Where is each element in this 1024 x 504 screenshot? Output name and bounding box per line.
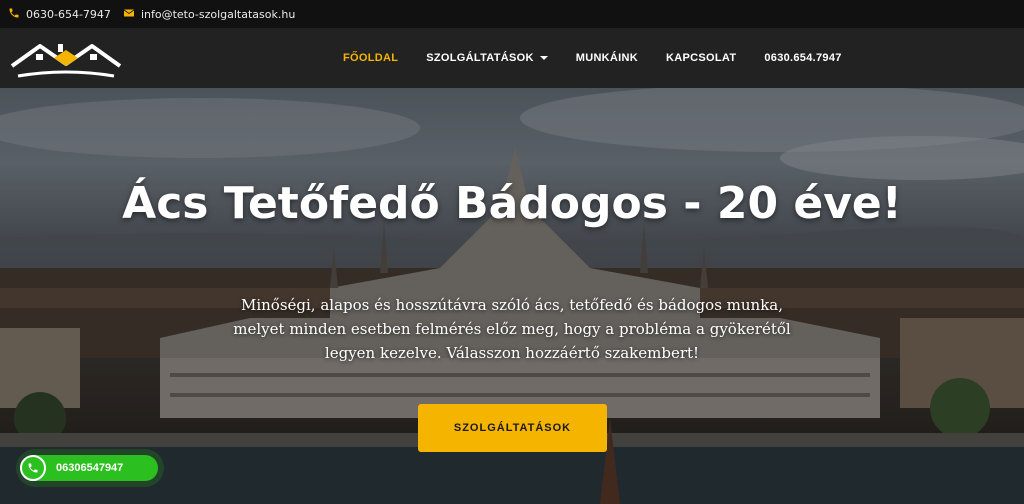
topbar-phone-text: 0630-654-7947	[26, 7, 111, 21]
hero-subtitle: Minőségi, alapos és hosszútávra szóló ác…	[233, 296, 791, 362]
floating-call-button[interactable]: 06306547947	[20, 455, 158, 481]
envelope-icon	[123, 7, 135, 22]
topbar-email[interactable]: info@teto-szolgaltatasok.hu	[123, 7, 295, 22]
top-contact-bar: 0630-654-7947 info@teto-szolgaltatasok.h…	[0, 0, 1024, 28]
hero-title: Ács Tetőfedő Bádogos - 20 éve!	[122, 178, 902, 229]
topbar-email-text: info@teto-szolgaltatasok.hu	[140, 7, 296, 21]
phone-icon	[8, 7, 20, 22]
nav-item-contact[interactable]: KAPCSOLAT	[666, 52, 736, 64]
services-cta-button[interactable]: SZOLGÁLTATÁSOK	[418, 404, 607, 452]
nav-item-phone-label: 0630.654.7947	[764, 52, 842, 64]
chevron-down-icon	[539, 56, 548, 60]
main-navigation: FŐOLDAL SZOLGÁLTATÁSOK MUNKÁINK KAPCSOLA…	[0, 28, 1024, 88]
nav-item-contact-label: KAPCSOLAT	[666, 52, 737, 64]
phone-icon	[20, 455, 46, 481]
nav-item-services-label: SZOLGÁLTATÁSOK	[426, 52, 534, 64]
nav-item-services[interactable]: SZOLGÁLTATÁSOK	[426, 52, 548, 64]
nav-menu: FŐOLDAL SZOLGÁLTATÁSOK MUNKÁINK KAPCSOLA…	[343, 28, 870, 88]
floating-call-number: 06306547947	[56, 462, 124, 474]
nav-item-home[interactable]: FŐOLDAL	[343, 52, 398, 64]
topbar-phone[interactable]: 0630-654-7947	[8, 7, 111, 22]
nav-item-phone[interactable]: 0630.654.7947	[764, 52, 841, 64]
nav-item-works[interactable]: MUNKÁINK	[576, 52, 638, 64]
nav-item-home-label: FŐOLDAL	[343, 52, 399, 64]
hero-section: Ács Tetőfedő Bádogos - 20 éve! Minőségi,…	[0, 88, 1024, 504]
house-roofs-logo[interactable]	[8, 36, 124, 80]
nav-item-works-label: MUNKÁINK	[575, 52, 639, 64]
